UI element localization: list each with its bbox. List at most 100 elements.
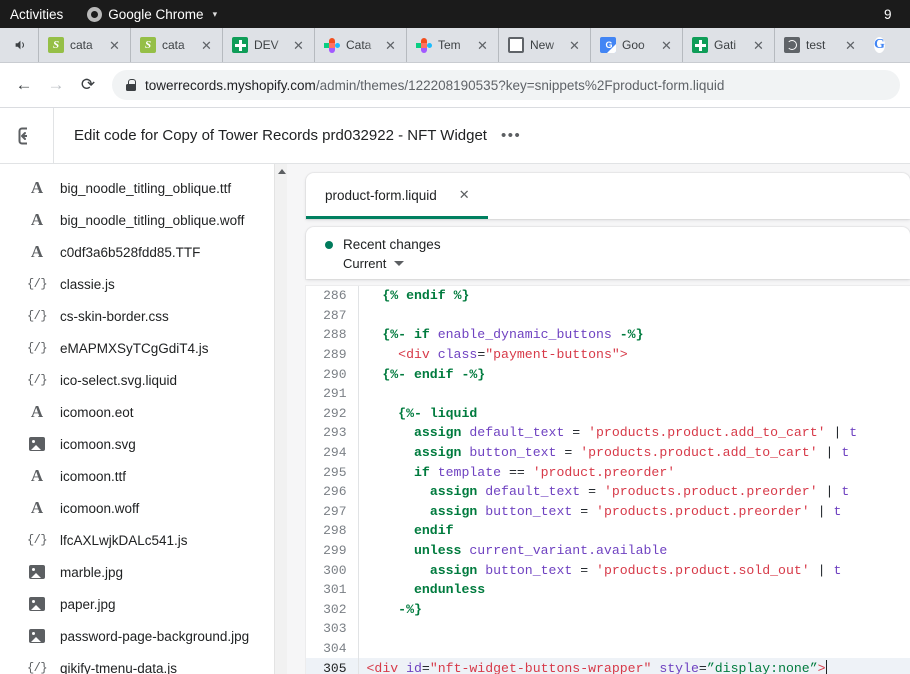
- line-source[interactable]: assign button_text = 'products.product.s…: [358, 560, 910, 580]
- editor-tab-product-form[interactable]: product-form.liquid ✕: [306, 174, 488, 219]
- file-list-item[interactable]: Abig_noodle_titling_oblique.ttf: [0, 172, 287, 204]
- file-list-item[interactable]: Aicomoon.ttf: [0, 460, 287, 492]
- code-line[interactable]: 286 {% endif %}: [306, 286, 910, 306]
- browser-tab[interactable]: New ✕: [498, 28, 590, 62]
- scroll-up-arrow-icon[interactable]: [275, 164, 287, 178]
- close-icon[interactable]: ✕: [845, 39, 859, 52]
- line-source[interactable]: <div id="nft-widget-buttons-wrapper" sty…: [358, 658, 910, 674]
- line-source[interactable]: assign default_text = 'products.product.…: [358, 482, 910, 502]
- file-list-item[interactable]: Aicomoon.eot: [0, 396, 287, 428]
- line-source[interactable]: [358, 639, 910, 659]
- file-list-item[interactable]: icomoon.svg: [0, 428, 287, 460]
- line-source[interactable]: endunless: [358, 580, 910, 600]
- code-line[interactable]: 304: [306, 639, 910, 659]
- browser-tab[interactable]: Cata ✕: [314, 28, 406, 62]
- code-line[interactable]: 302 -%}: [306, 600, 910, 620]
- line-source[interactable]: -%}: [358, 600, 910, 620]
- close-icon[interactable]: ✕: [459, 187, 470, 203]
- file-list-item[interactable]: paper.jpg: [0, 588, 287, 620]
- code-line[interactable]: 289 <div class="payment-buttons">: [306, 345, 910, 365]
- line-source[interactable]: assign default_text = 'products.product.…: [358, 423, 910, 443]
- reload-icon[interactable]: ⟳: [74, 71, 102, 99]
- code-line[interactable]: 297 assign button_text = 'products.produ…: [306, 502, 910, 522]
- line-source[interactable]: {%- liquid: [358, 404, 910, 424]
- close-icon[interactable]: ✕: [753, 39, 767, 52]
- file-list-item[interactable]: {/}qikify-tmenu-data.js: [0, 652, 287, 674]
- code-line[interactable]: 293 assign default_text = 'products.prod…: [306, 423, 910, 443]
- close-icon[interactable]: ✕: [109, 39, 123, 52]
- code-line[interactable]: 296 assign default_text = 'products.prod…: [306, 482, 910, 502]
- line-source[interactable]: <div class="payment-buttons">: [358, 345, 910, 365]
- close-icon[interactable]: ✕: [293, 39, 307, 52]
- forward-icon[interactable]: →: [42, 71, 70, 99]
- close-icon[interactable]: ✕: [477, 39, 491, 52]
- line-source[interactable]: unless current_variant.available: [358, 541, 910, 561]
- file-list-item[interactable]: password-page-background.jpg: [0, 620, 287, 652]
- line-source[interactable]: [358, 384, 910, 404]
- code-line[interactable]: 301 endunless: [306, 580, 910, 600]
- browser-tab-partial[interactable]: G: [866, 28, 893, 62]
- line-source[interactable]: {%- if enable_dynamic_buttons -%}: [358, 325, 910, 345]
- line-source[interactable]: assign button_text = 'products.product.p…: [358, 502, 910, 522]
- speaker-icon[interactable]: [2, 28, 38, 62]
- line-source[interactable]: {%- endif -%}: [358, 364, 910, 384]
- line-source[interactable]: if template == 'product.preorder': [358, 462, 910, 482]
- sidebar-scrollbar[interactable]: [274, 164, 287, 674]
- back-icon[interactable]: ←: [10, 71, 38, 99]
- browser-tab[interactable]: S cata ✕: [38, 28, 130, 62]
- editor-tab-bar: product-form.liquid ✕: [306, 173, 910, 219]
- code-line[interactable]: 290 {%- endif -%}: [306, 364, 910, 384]
- file-list-item[interactable]: {/}lfcAXLwjkDALc541.js: [0, 524, 287, 556]
- exit-left-icon[interactable]: [0, 108, 54, 164]
- line-source[interactable]: {% endif %}: [358, 286, 910, 306]
- activities-button[interactable]: Activities: [0, 7, 75, 22]
- line-source[interactable]: [358, 619, 910, 639]
- code-token: =: [580, 484, 604, 499]
- address-bar[interactable]: towerrecords.myshopify.com/admin/themes/…: [112, 70, 900, 100]
- file-list-item[interactable]: Abig_noodle_titling_oblique.woff: [0, 204, 287, 236]
- code-token: button_text: [485, 504, 572, 519]
- code-line[interactable]: 292 {%- liquid: [306, 404, 910, 424]
- close-icon[interactable]: ✕: [661, 39, 675, 52]
- code-line[interactable]: 305<div id="nft-widget-buttons-wrapper" …: [306, 658, 910, 674]
- browser-tab[interactable]: Gati ✕: [682, 28, 774, 62]
- browser-tab[interactable]: Tem ✕: [406, 28, 498, 62]
- line-number: 288: [306, 325, 358, 345]
- line-source[interactable]: assign button_text = 'products.product.a…: [358, 443, 910, 463]
- code-line[interactable]: 300 assign button_text = 'products.produ…: [306, 560, 910, 580]
- code-line[interactable]: 295 if template == 'product.preorder': [306, 462, 910, 482]
- code-line[interactable]: 288 {%- if enable_dynamic_buttons -%}: [306, 325, 910, 345]
- file-list-item[interactable]: {/}ico-select.svg.liquid: [0, 364, 287, 396]
- active-app-menu[interactable]: Google Chrome ▾: [87, 7, 217, 22]
- file-list-item[interactable]: marble.jpg: [0, 556, 287, 588]
- more-actions-button[interactable]: •••: [501, 127, 521, 144]
- line-number: 298: [306, 521, 358, 541]
- code-line[interactable]: 291: [306, 384, 910, 404]
- browser-tab[interactable]: test ✕: [774, 28, 866, 62]
- os-clock[interactable]: 9: [884, 0, 906, 28]
- line-number: 301: [306, 580, 358, 600]
- browser-tab[interactable]: DEV ✕: [222, 28, 314, 62]
- code-line[interactable]: 294 assign button_text = 'products.produ…: [306, 443, 910, 463]
- file-list-item[interactable]: Ac0df3a6b528fdd85.TTF: [0, 236, 287, 268]
- browser-tab[interactable]: S cata ✕: [130, 28, 222, 62]
- close-icon[interactable]: ✕: [569, 39, 583, 52]
- close-icon[interactable]: ✕: [201, 39, 215, 52]
- code-line[interactable]: 299 unless current_variant.available: [306, 541, 910, 561]
- version-select[interactable]: Current: [306, 256, 910, 271]
- file-list-item[interactable]: {/}eMAPMXSyTCgGdiT4.js: [0, 332, 287, 364]
- file-name: icomoon.eot: [60, 405, 134, 420]
- file-list-item[interactable]: Aicomoon.woff: [0, 492, 287, 524]
- browser-tab[interactable]: G Goo ✕: [590, 28, 682, 62]
- file-list-item[interactable]: {/}cs-skin-border.css: [0, 300, 287, 332]
- code-line[interactable]: 303: [306, 619, 910, 639]
- editor-tab-label: product-form.liquid: [325, 188, 437, 203]
- code-line[interactable]: 298 endif: [306, 521, 910, 541]
- code-line[interactable]: 287: [306, 306, 910, 326]
- line-source[interactable]: endif: [358, 521, 910, 541]
- close-icon[interactable]: ✕: [385, 39, 399, 52]
- code-token: button_text: [469, 445, 556, 460]
- file-list-item[interactable]: {/}classie.js: [0, 268, 287, 300]
- line-source[interactable]: [358, 306, 910, 326]
- code-area[interactable]: 286 {% endif %}287288 {%- if enable_dyna…: [306, 286, 910, 674]
